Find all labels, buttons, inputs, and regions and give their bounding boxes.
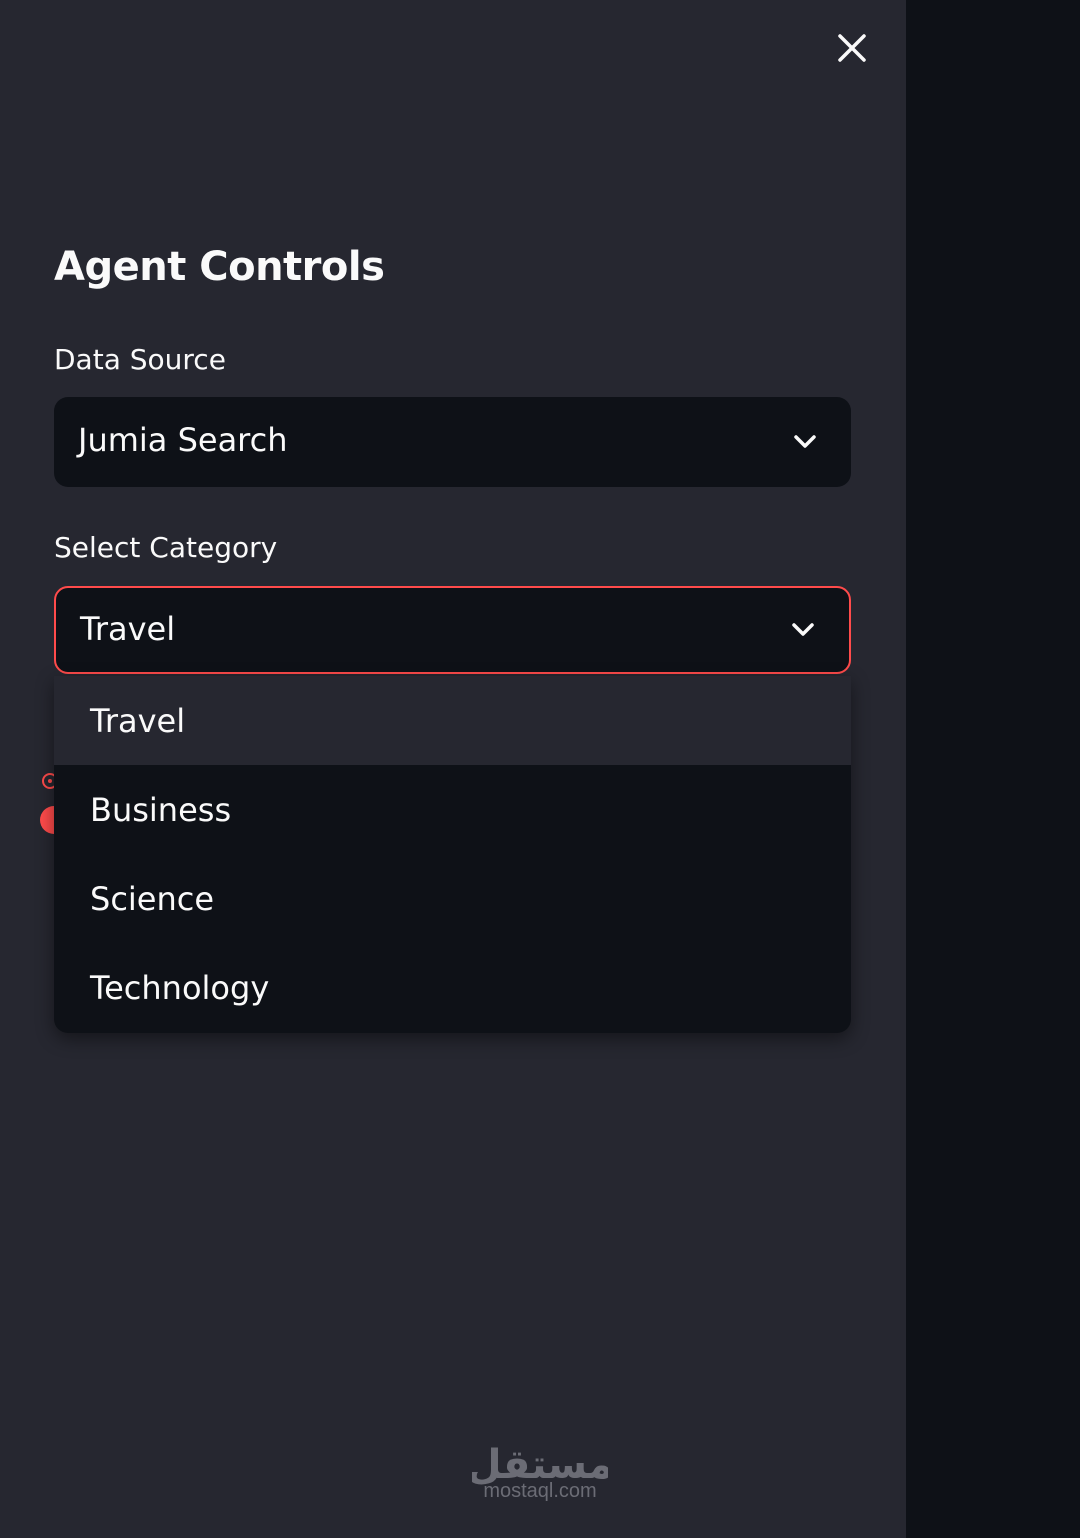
dropdown-option-technology[interactable]: Technology (54, 943, 851, 1032)
category-label: Select Category (54, 531, 278, 564)
main-content-area (906, 0, 1080, 1538)
close-icon[interactable] (832, 28, 872, 68)
sidebar: Agent Controls Data Source Jumia Search … (0, 0, 906, 1538)
chevron-down-icon (792, 623, 814, 636)
partially-hidden-icon (42, 773, 54, 789)
category-value: Travel (80, 610, 176, 648)
dropdown-option-business[interactable]: Business (54, 765, 851, 854)
chevron-down-icon (794, 435, 816, 448)
dropdown-option-science[interactable]: Science (54, 854, 851, 943)
data-source-select[interactable]: Jumia Search (54, 397, 851, 487)
watermark-text: mostaql.com (483, 1480, 597, 1502)
category-dropdown-menu: Travel Business Science Technology (54, 676, 851, 1033)
dropdown-option-travel[interactable]: Travel (54, 676, 851, 765)
watermark: مستقل mostaql.com (440, 1440, 640, 1503)
sidebar-title: Agent Controls (54, 244, 385, 290)
data-source-value: Jumia Search (78, 421, 288, 459)
category-select[interactable]: Travel (54, 586, 851, 674)
data-source-label: Data Source (54, 343, 226, 376)
